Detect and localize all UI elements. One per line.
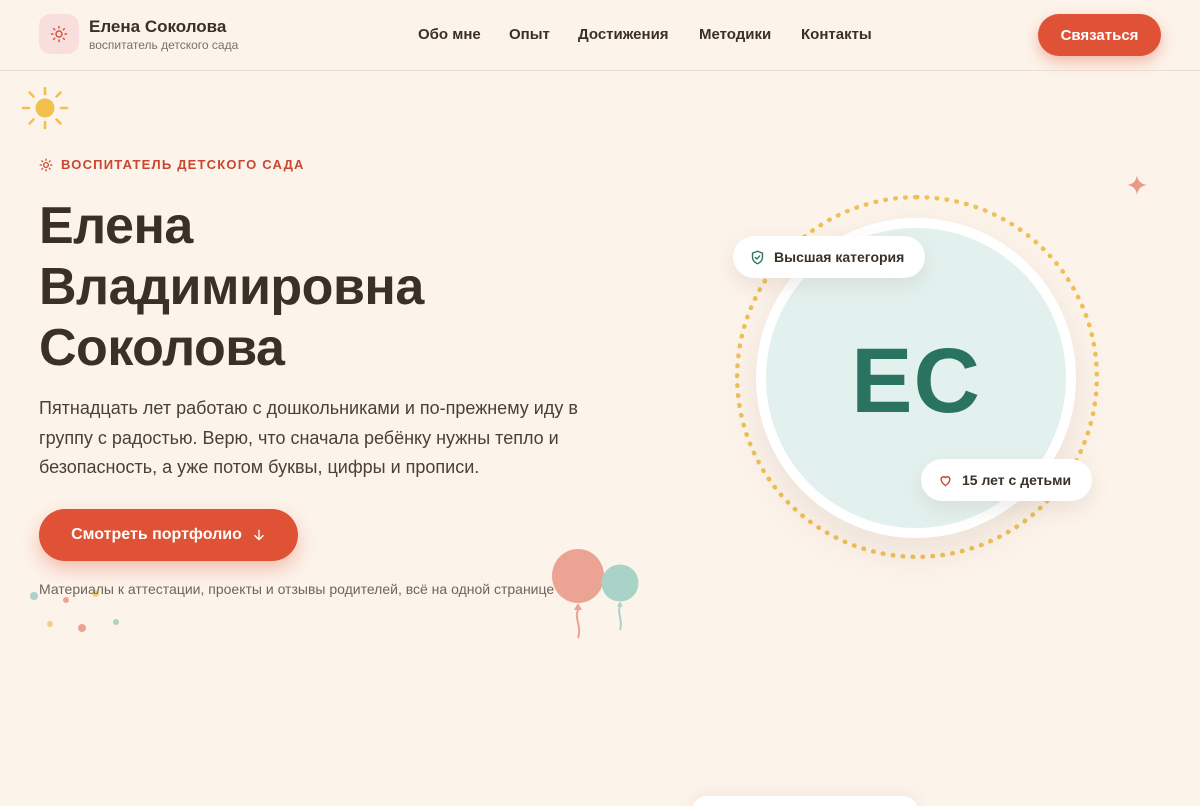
years-badge: 15 лет с детьми <box>921 459 1092 501</box>
title-line: Соколова <box>39 319 285 377</box>
nav-link-about[interactable]: Обо мне <box>418 26 481 43</box>
sun-small-icon <box>39 158 53 171</box>
nav-link-contacts[interactable]: Контакты <box>801 26 872 43</box>
title-line: Елена <box>39 197 193 255</box>
confetti-dot <box>30 592 38 600</box>
confetti-dot <box>78 624 86 632</box>
eyebrow-text: ВОСПИТАТЕЛЬ ДЕТСКОГО САДА <box>61 157 305 172</box>
portfolio-button-label: Смотреть портфолио <box>71 526 242 543</box>
confetti-dot <box>63 597 69 603</box>
hero-eyebrow: ВОСПИТАТЕЛЬ ДЕТСКОГО САДА <box>39 157 305 172</box>
sparkle-icon <box>1127 175 1147 195</box>
brand-logo[interactable] <box>39 14 79 54</box>
sun-decoration-icon <box>21 86 69 130</box>
arrow-down-icon <box>254 529 264 541</box>
view-portfolio-button[interactable]: Смотреть портфолио <box>39 509 298 561</box>
nav-link-achievements[interactable]: Достижения <box>578 26 669 43</box>
next-section-card <box>692 796 918 806</box>
brand-name[interactable]: Елена Соколова <box>89 17 226 37</box>
balloon-icon <box>552 549 639 639</box>
brand-subtitle: воспитатель детского сада <box>89 38 239 52</box>
hero-note: Материалы к аттестации, проекты и отзывы… <box>39 581 555 597</box>
heart-icon <box>940 475 951 486</box>
category-badge: Высшая категория <box>733 236 925 278</box>
hero-description: Пятнадцать лет работаю с дошкольниками и… <box>39 398 578 477</box>
sun-icon <box>50 25 68 43</box>
confetti-dot <box>113 619 119 625</box>
category-badge-label: Высшая категория <box>774 249 905 265</box>
shield-check-icon <box>751 250 764 264</box>
title-line: Владимировна <box>39 258 424 316</box>
site-header: Елена Соколова воспитатель детского сада… <box>0 0 1200 71</box>
page-title: Елена Владимировна Соколова <box>39 196 659 379</box>
confetti-dot <box>47 621 53 627</box>
years-badge-label: 15 лет с детьми <box>962 472 1072 488</box>
avatar-initials: ЕС <box>851 329 981 432</box>
nav-link-methods[interactable]: Методики <box>699 26 771 43</box>
contact-button[interactable]: Связаться <box>1038 14 1161 56</box>
nav-link-experience[interactable]: Опыт <box>509 26 550 43</box>
